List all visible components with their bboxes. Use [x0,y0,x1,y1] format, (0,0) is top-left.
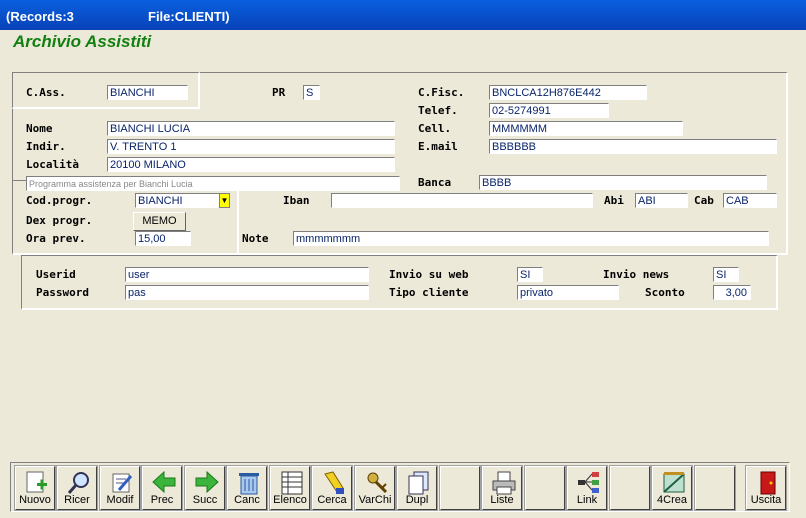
elenco-button[interactable]: Elenco [269,465,311,511]
chevron-down-icon[interactable]: ▼ [219,193,230,208]
duplicate-icon [408,471,429,495]
prec-label: Prec [150,494,174,506]
link-label: Link [576,494,598,506]
empty-button-1[interactable] [439,465,481,511]
email-label: E.mail [418,140,458,153]
4crea-button[interactable]: 4Crea [651,465,693,511]
liste-label: Liste [490,494,514,506]
invioweb-label: Invio su web [389,268,469,281]
varchi-button[interactable]: VarChi [354,465,396,511]
iban-label: Iban [283,194,310,207]
succ-label: Succ [192,494,218,506]
empty-button-2[interactable] [524,465,566,511]
ricer-button[interactable]: Ricer [56,465,98,511]
varchi-label: VarChi [358,494,392,506]
oraprev-label: Ora prev. [26,232,86,245]
cass-label: C.Ass. [26,86,66,99]
dexprogr-label: Dex progr. [26,214,93,227]
elenco-label: Elenco [273,494,307,506]
pr-field[interactable]: S [303,85,320,100]
cfisc-field[interactable]: BNCLCA12H876E442 [489,85,647,100]
sconto-label: Sconto [645,286,685,299]
localita-label: Località [26,158,79,171]
telef-field[interactable]: 02-5274991 [489,103,609,118]
codprogr-label: Cod.progr. [26,194,93,207]
records-count: (Records:3 [6,9,74,24]
cfisc-label: C.Fisc. [418,86,465,99]
empty-button-4[interactable] [694,465,736,511]
link-button[interactable]: Link [566,465,608,511]
nome-field[interactable]: BIANCHI LUCIA [107,121,395,136]
canc-button[interactable]: Canc [226,465,268,511]
succ-button[interactable]: Succ [184,465,226,511]
flashlight-icon [324,471,344,494]
memo-button[interactable]: MEMO [133,212,186,231]
indir-label: Indir. [26,140,66,153]
web-panel [21,255,778,310]
dupl-button[interactable]: Dupl [396,465,438,511]
ricer-label: Ricer [64,494,90,506]
uscita-button[interactable]: Uscita [745,465,787,511]
list-icon [281,471,303,495]
title-bar: (Records:3 File:CLIENTI) [0,0,806,30]
telef-label: Telef. [418,104,458,117]
abi-field[interactable]: ABI [635,193,688,208]
app-title: Archivio Assistiti [13,32,152,51]
localita-field[interactable]: 20100 MILANO [107,157,395,172]
empty-button-3[interactable] [609,465,651,511]
codprogr-select[interactable]: BIANCHI [135,193,225,208]
tipocliente-field[interactable]: privato [517,285,619,300]
userid-field[interactable]: user [125,267,369,282]
note-label: Note [242,232,269,245]
file-name: File:CLIENTI) [148,9,230,24]
cab-label: Cab [694,194,714,207]
iban-field[interactable] [331,193,593,208]
nome-label: Nome [26,122,53,135]
4crea-label: 4Crea [657,494,687,506]
cell-label: Cell. [418,122,452,135]
nuovo-button[interactable]: Nuovo [14,465,56,511]
sconto-field[interactable]: 3,00 [713,285,751,300]
oraprev-field[interactable]: 15,00 [135,231,191,246]
cass-field[interactable]: BIANCHI [107,85,188,100]
banca-field[interactable]: BBBB [479,175,767,190]
cell-field[interactable]: MMMMMM [489,121,683,136]
note-field[interactable]: mmmmmmm [293,231,769,246]
password-label: Password [36,286,89,299]
userid-label: Userid [36,268,76,281]
nuovo-label: Nuovo [19,494,51,506]
cerca-label: Cerca [317,494,347,506]
password-field[interactable]: pas [125,285,369,300]
modif-label: Modif [106,494,134,506]
pr-label: PR [272,86,286,99]
abi-label: Abi [604,194,624,207]
cab-field[interactable]: CAB [723,193,777,208]
new-document-icon [26,471,47,493]
arrow-right-icon [195,470,219,494]
invioweb-field[interactable]: SI [517,267,543,282]
trash-icon [239,473,259,495]
keys-icon [367,472,388,494]
exit-door-icon [760,471,776,495]
email-field[interactable]: BBBBBB [489,139,777,154]
liste-button[interactable]: Liste [481,465,523,511]
link-tree-icon [578,472,599,493]
printer-icon [492,471,516,495]
invionews-label: Invio news [603,268,670,281]
prec-button[interactable]: Prec [141,465,183,511]
create-icon [663,472,685,493]
modif-button[interactable]: Modif [99,465,141,511]
uscita-label: Uscita [750,494,782,506]
arrow-left-icon [152,470,176,494]
magnifier-icon [67,472,89,494]
invionews-field[interactable]: SI [713,267,739,282]
programma-hint-field[interactable]: Programma assistenza per Bianchi Lucia [26,176,400,191]
banca-label: Banca [418,176,452,189]
canc-label: Canc [234,494,260,506]
dupl-label: Dupl [405,494,429,506]
cerca-button[interactable]: Cerca [311,465,353,511]
indir-field[interactable]: V. TRENTO 1 [107,139,395,154]
tipocliente-label: Tipo cliente [389,286,469,299]
edit-document-icon [112,473,133,493]
